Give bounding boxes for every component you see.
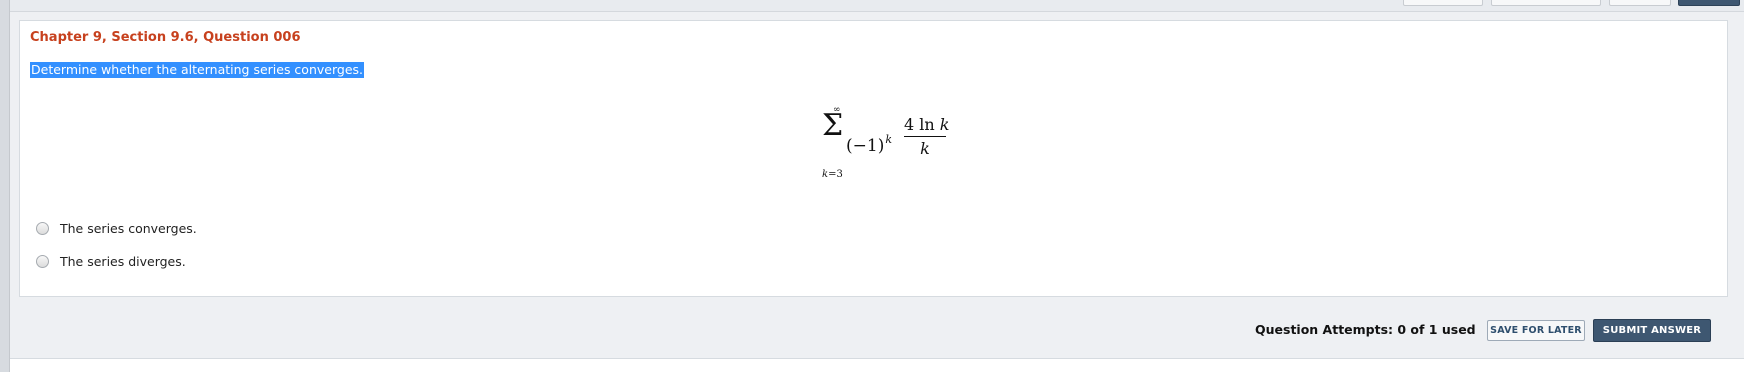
option-label: The series converges.	[60, 220, 197, 236]
save-for-later-button[interactable]: SAVE FOR LATER	[1487, 320, 1585, 341]
left-rail	[0, 0, 10, 372]
numerator-var: k	[939, 115, 950, 134]
sum-lower-limit: k=3	[822, 169, 843, 180]
radio-diverges[interactable]	[36, 254, 49, 268]
attempts-counter: Question Attempts: 0 of 1 used	[1255, 322, 1476, 337]
alternating-term: (−1)k	[846, 133, 892, 156]
question-prompt: Determine whether the alternating series…	[30, 62, 364, 78]
fraction-bar	[904, 136, 946, 137]
option-label: The series diverges.	[60, 253, 186, 269]
toolbar-button[interactable]	[1403, 0, 1483, 6]
fraction-numerator: 4 ln k	[904, 115, 949, 135]
toolbar-button[interactable]	[1491, 0, 1601, 6]
toolbar-button[interactable]	[1609, 0, 1671, 6]
fraction: 4 ln k k	[904, 115, 949, 159]
fraction-denominator: k	[904, 139, 946, 159]
question-heading: Chapter 9, Section 9.6, Question 006	[30, 30, 301, 45]
option-converges[interactable]: The series converges.	[36, 218, 197, 238]
sum-start: =3	[828, 169, 843, 180]
next-panel-edge	[10, 358, 1744, 372]
denominator-var: k	[920, 139, 930, 158]
series-formula: ∞ Σ k=3 (−1)k 4 ln k k	[820, 105, 950, 185]
toolbar-next-button[interactable]	[1678, 0, 1740, 6]
answer-footer: Question Attempts: 0 of 1 used SAVE FOR …	[10, 298, 1744, 358]
option-diverges[interactable]: The series diverges.	[36, 251, 186, 271]
term-base: (−1)	[846, 136, 885, 156]
numerator-coef: 4 ln	[904, 115, 940, 134]
question-panel: Chapter 9, Section 9.6, Question 006 Det…	[19, 20, 1728, 297]
sum-symbol: Σ	[822, 108, 844, 143]
app-window: Chapter 9, Section 9.6, Question 006 Det…	[0, 0, 1744, 372]
submit-answer-button[interactable]: SUBMIT ANSWER	[1593, 319, 1711, 342]
term-exponent: k	[885, 133, 892, 146]
top-toolbar	[10, 0, 1744, 12]
radio-converges[interactable]	[36, 221, 49, 235]
